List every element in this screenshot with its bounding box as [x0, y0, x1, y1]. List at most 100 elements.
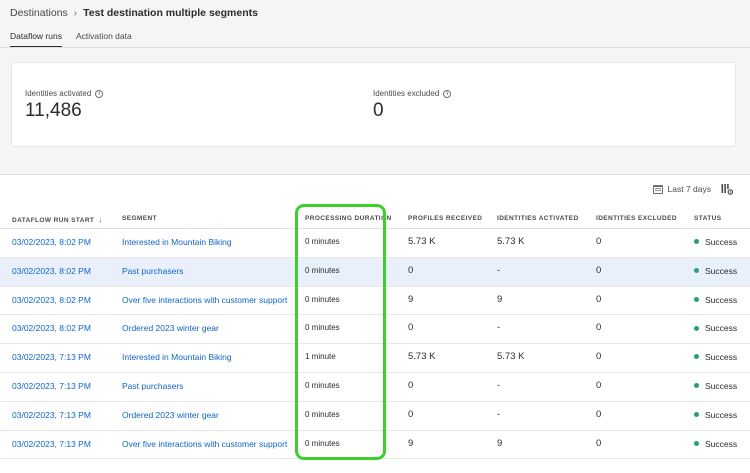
metric-activated-value: 11,486: [25, 100, 82, 121]
table-body: 03/02/2023, 8:02 PM Interested in Mountai…: [0, 229, 750, 460]
status-label: Success: [705, 409, 738, 420]
cell-identities-activated: 5.73 K: [497, 351, 525, 363]
metric-excluded-value: 0: [373, 100, 384, 121]
table-row[interactable]: 03/02/2023, 8:02 PM Over five interaction…: [0, 286, 750, 316]
table-row[interactable]: 03/02/2023, 7:13 PM Ordered 2023 winter g…: [0, 401, 750, 431]
column-header-status[interactable]: STATUS: [694, 215, 721, 222]
table-toolbar: Last 7 days: [652, 183, 733, 195]
info-icon[interactable]: i: [95, 89, 104, 98]
cell-profiles-received: 0: [408, 264, 414, 276]
cell-identities-excluded: 0: [596, 408, 602, 420]
table-header-row: DATAFLOW RUN START ↓ SEGMENT PROCESSING D…: [0, 211, 750, 229]
arrow-down-icon[interactable]: ↓: [98, 215, 102, 224]
cell-segment[interactable]: Interested in Mountain Biking: [122, 352, 232, 362]
cell-identities-excluded: 0: [596, 293, 602, 305]
status-success-icon: [694, 354, 699, 360]
table-row[interactable]: 03/02/2023, 7:13 PM Interested in Mountai…: [0, 344, 750, 373]
cell-identities-activated: 9: [497, 437, 503, 449]
cell-segment[interactable]: Interested in Mountain Biking: [122, 237, 232, 247]
cell-run-start[interactable]: 03/02/2023, 7:13 PM: [12, 352, 91, 362]
cell-status: Success: [694, 323, 737, 333]
cell-profiles-received: 0: [408, 408, 414, 420]
metric-activated-label: Identities activated: [25, 89, 92, 98]
cell-identities-excluded: 0: [596, 264, 602, 276]
table-row[interactable]: 03/02/2023, 8:02 PM Ordered 2023 winter g…: [0, 315, 750, 345]
cell-status: Success: [694, 352, 737, 362]
dataflow-runs-table: Last 7 days DATAFLOW RUN START ↓ SEGMENT …: [0, 174, 750, 473]
cell-segment[interactable]: Ordered 2023 winter gear: [122, 323, 219, 333]
table-row[interactable]: 03/02/2023, 8:02 PM Past purchasers 0 minu…: [0, 257, 750, 287]
status-success-icon: [694, 440, 699, 446]
cell-identities-activated: -: [497, 379, 501, 391]
cell-status: Success: [694, 439, 737, 449]
cell-run-start[interactable]: 03/02/2023, 8:02 PM: [12, 266, 91, 276]
status-label: Success: [705, 352, 738, 363]
breadcrumb-destinations-link[interactable]: Destinations: [10, 7, 68, 19]
cell-processing-duration: 0 minutes: [305, 438, 340, 448]
table-row[interactable]: 03/02/2023, 7:13 PM Over five interaction…: [0, 430, 750, 460]
status-success-icon: [694, 296, 699, 302]
table-row[interactable]: 03/02/2023, 8:02 PM Interested in Mountai…: [0, 229, 750, 258]
cell-identities-excluded: 0: [596, 437, 602, 449]
status-success-icon: [694, 268, 699, 274]
cell-run-start[interactable]: 03/02/2023, 7:13 PM: [12, 439, 91, 449]
cell-processing-duration: 0 minutes: [305, 380, 340, 390]
cell-identities-activated: 5.73 K: [497, 236, 525, 247]
cell-profiles-received: 0: [408, 322, 414, 334]
cell-status: Success: [694, 410, 737, 420]
metric-identities-activated: Identities activated i 11,486: [25, 89, 104, 122]
cell-identities-excluded: 0: [596, 351, 602, 363]
cell-processing-duration: 0 minutes: [305, 265, 340, 275]
table-row[interactable]: 03/02/2023, 7:13 PM Past purchasers 0 minu…: [0, 372, 750, 402]
cell-profiles-received: 9: [408, 437, 414, 449]
cell-processing-duration: 0 minutes: [305, 323, 340, 333]
status-success-icon: [694, 412, 699, 418]
cell-identities-activated: -: [497, 408, 501, 420]
cell-status: Success: [694, 266, 737, 276]
status-label: Success: [705, 294, 738, 305]
cell-status: Success: [694, 237, 737, 247]
cell-run-start[interactable]: 03/02/2023, 8:02 PM: [12, 323, 91, 333]
status-label: Success: [705, 323, 738, 334]
column-header-profiles[interactable]: PROFILES RECEIVED: [408, 215, 482, 222]
page-header: Destinations › Test destination multiple…: [0, 0, 750, 48]
cell-identities-excluded: 0: [596, 379, 602, 391]
column-header-label: DATAFLOW RUN START: [12, 217, 95, 224]
cell-processing-duration: 0 minutes: [305, 237, 340, 246]
cell-identities-activated: -: [497, 322, 501, 334]
cell-profiles-received: 5.73 K: [408, 236, 436, 247]
metric-label: Identities activated i: [25, 89, 104, 98]
status-success-icon: [694, 383, 699, 389]
cell-run-start[interactable]: 03/02/2023, 8:02 PM: [12, 237, 91, 247]
cell-status: Success: [694, 381, 737, 391]
status-label: Success: [705, 237, 738, 247]
column-header-activated[interactable]: IDENTITIES ACTIVATED: [497, 215, 579, 222]
tab-activation-data[interactable]: Activation data: [76, 31, 132, 48]
cell-segment[interactable]: Over five interactions with customer sup…: [122, 295, 287, 305]
cell-processing-duration: 0 minutes: [305, 409, 340, 419]
column-header-duration[interactable]: PROCESSING DURATION: [305, 215, 392, 222]
cell-run-start[interactable]: 03/02/2023, 7:13 PM: [12, 410, 91, 420]
calendar-icon: [652, 184, 663, 194]
cell-run-start[interactable]: 03/02/2023, 7:13 PM: [12, 381, 91, 391]
tab-dataflow-runs[interactable]: Dataflow runs: [10, 31, 62, 48]
cell-segment[interactable]: Past purchasers: [122, 266, 183, 276]
tabs-divider: [0, 47, 750, 48]
info-icon[interactable]: i: [443, 89, 452, 98]
status-label: Success: [705, 265, 738, 276]
page-title: Test destination multiple segments: [83, 7, 258, 19]
breadcrumb-separator-icon: ›: [73, 7, 78, 19]
breadcrumb: Destinations › Test destination multiple…: [10, 7, 258, 19]
cell-segment[interactable]: Past purchasers: [122, 381, 183, 391]
metric-identities-excluded: Identities excluded i 0: [373, 89, 452, 122]
column-header-excluded[interactable]: IDENTITIES EXCLUDED: [596, 215, 677, 222]
status-label: Success: [705, 438, 738, 449]
column-header-segment[interactable]: SEGMENT: [122, 215, 157, 222]
column-header-run-start[interactable]: DATAFLOW RUN START ↓: [12, 215, 103, 224]
column-settings-icon[interactable]: [721, 183, 733, 195]
cell-segment[interactable]: Over five interactions with customer sup…: [122, 439, 287, 449]
date-range-button[interactable]: Last 7 days: [652, 184, 711, 194]
cell-segment[interactable]: Ordered 2023 winter gear: [122, 410, 219, 420]
cell-profiles-received: 0: [408, 379, 414, 391]
cell-run-start[interactable]: 03/02/2023, 8:02 PM: [12, 295, 91, 305]
